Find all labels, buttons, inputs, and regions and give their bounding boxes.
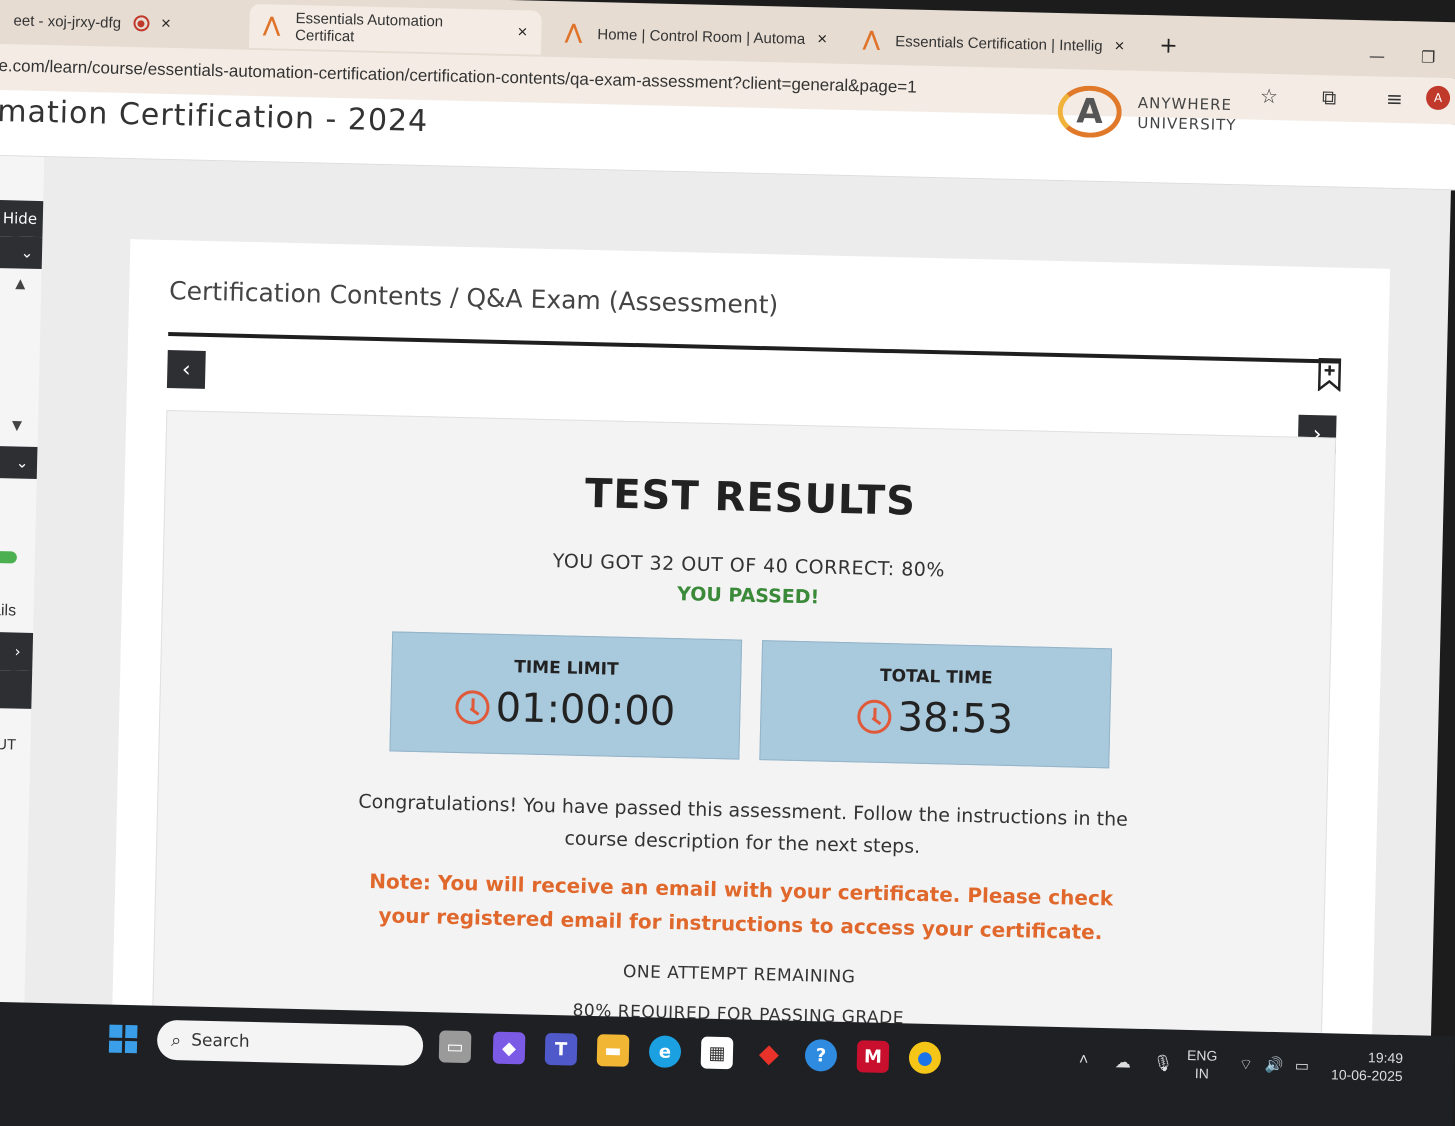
sidebar: Hide ⌄ ▲ ▼ ⌄ tails › OUT	[0, 155, 45, 1057]
chrome-icon[interactable]: ●	[908, 1041, 942, 1075]
file-explorer-icon[interactable]: ▬	[596, 1034, 630, 1067]
screen: eet - xoj-jrxy-dfg × ⋀ Essentials Automa…	[0, 0, 1455, 1126]
sidebar-expand-button[interactable]: ⌄	[0, 445, 38, 479]
task-view-icon[interactable]: ▭	[438, 1030, 472, 1064]
app-diamond-icon[interactable]: ◆	[753, 1038, 786, 1071]
attempts-remaining: ONE ATTEMPT REMAINING	[622, 961, 856, 988]
automation-anywhere-logo-icon: ⋀	[263, 14, 281, 37]
time-limit-box: TIME LIMIT 01:00:00	[389, 631, 743, 760]
taskbar-search[interactable]: ⌕ Search	[156, 1019, 424, 1066]
total-time-label: TOTAL TIME	[879, 665, 993, 689]
congratulations-text: Congratulations! You have passed this as…	[358, 790, 1129, 858]
time-limit-label: TIME LIMIT	[513, 657, 619, 680]
teams-icon[interactable]: T	[544, 1032, 578, 1066]
clock-icon	[455, 689, 491, 725]
tab-control-room[interactable]: ⋀ Home | Control Room | Automa ×	[551, 11, 842, 62]
breadcrumb-divider	[168, 332, 1340, 364]
sidebar-dark-block	[0, 669, 33, 709]
close-icon[interactable]: ×	[817, 29, 827, 49]
new-tab-button[interactable]: +	[1159, 33, 1178, 58]
microphone-icon[interactable]: 🎙	[1153, 1053, 1174, 1073]
tab-title: Essentials Certification | Intellig	[895, 32, 1103, 55]
details-button[interactable]: ›	[0, 631, 34, 671]
chevron-up-icon[interactable]: ˄	[1079, 1051, 1089, 1069]
automation-anywhere-logo-icon: ⋀	[863, 28, 880, 51]
tab-essentials-automation[interactable]: ⋀ Essentials Automation Certificat ×	[248, 3, 542, 55]
clock-date[interactable]: 19:49 10-06-2025	[1328, 1047, 1403, 1085]
copilot-icon[interactable]: ◆	[492, 1031, 526, 1065]
close-icon[interactable]: ×	[517, 22, 527, 42]
close-icon[interactable]: ×	[161, 14, 171, 34]
volume-icon[interactable]: 🔊	[1265, 1056, 1284, 1074]
chevron-left-icon: ‹	[181, 356, 192, 383]
main-panel: Certification Contents / Q&A Exam (Asses…	[109, 239, 1391, 1126]
browser-window: eet - xoj-jrxy-dfg × ⋀ Essentials Automa…	[0, 0, 1455, 1126]
brand-line-1: ANYWHERE	[1137, 93, 1233, 115]
brand-line-2: UNIVERSITY	[1137, 113, 1237, 135]
hide-label: Hide	[2, 209, 38, 228]
bookmark-add-icon[interactable]	[1317, 357, 1342, 392]
chevron-down-icon: ⌄	[15, 453, 29, 472]
total-time-display: 38:53	[761, 691, 1110, 745]
total-time-value: 38:53	[897, 694, 1014, 744]
brand-text: ANYWHERE UNIVERSITY	[1137, 93, 1237, 135]
time-limit-display: 01:00:00	[391, 682, 740, 736]
battery-icon[interactable]: ▭	[1295, 1057, 1310, 1075]
mcafee-icon[interactable]: M	[856, 1040, 890, 1073]
wifi-icon[interactable]: ⌔	[1239, 1055, 1254, 1074]
results-title: TEST RESULTS	[584, 470, 917, 525]
certificate-note: Note: You will receive an email with you…	[369, 868, 1114, 945]
start-button[interactable]	[108, 1024, 138, 1054]
search-placeholder: Search	[191, 1030, 250, 1052]
breadcrumb: Certification Contents / Q&A Exam (Asses…	[168, 276, 779, 320]
logout-link[interactable]: OUT	[0, 736, 16, 754]
anywhere-university-logo-icon: A	[1057, 84, 1123, 139]
site-title: mation Certification - 2024	[0, 93, 429, 140]
search-icon: ⌕	[170, 1029, 182, 1051]
clock-icon	[857, 699, 893, 735]
scroll-down-icon[interactable]: ▼	[12, 418, 22, 433]
previous-page-button[interactable]: ‹	[166, 350, 206, 389]
extensions-icon[interactable]: ⧉	[1322, 85, 1337, 109]
edge-icon[interactable]: e	[648, 1035, 682, 1069]
tab-essentials-certification[interactable]: ⋀ Essentials Certification | Intellig ×	[849, 18, 1140, 69]
minimize-icon[interactable]: —	[1369, 46, 1385, 65]
sidebar-collapse-button[interactable]: ⌄	[0, 235, 43, 270]
progress-bar	[0, 550, 18, 564]
help-icon[interactable]: ?	[804, 1038, 838, 1072]
url-field[interactable]: e.com/learn/course/essentials-automation…	[0, 56, 917, 98]
tab-title: Home | Control Room | Automa	[597, 25, 806, 48]
close-icon[interactable]: ×	[1114, 36, 1124, 56]
sidebar-hide-button[interactable]: Hide	[0, 199, 44, 238]
tab-meet[interactable]: eet - xoj-jrxy-dfg ×	[0, 0, 250, 48]
details-label: tails	[0, 601, 17, 620]
scroll-up-icon[interactable]: ▲	[15, 276, 25, 291]
brand-logo[interactable]: A ANYWHERE UNIVERSITY	[1057, 84, 1237, 141]
star-icon[interactable]: ☆	[1260, 84, 1278, 108]
lang-line-2: IN	[1194, 1065, 1210, 1082]
language-indicator[interactable]: ENG IN	[1186, 1046, 1218, 1083]
chevron-right-icon: ›	[14, 642, 21, 661]
store-icon[interactable]: ▦	[700, 1036, 734, 1070]
reading-list-icon[interactable]: ≡	[1386, 87, 1403, 111]
clock-date-text: 10-06-2025	[1330, 1066, 1403, 1085]
onedrive-icon[interactable]: ☁	[1115, 1052, 1131, 1072]
restore-icon[interactable]: ❐	[1421, 47, 1436, 66]
total-time-box: TOTAL TIME 38:53	[759, 640, 1113, 769]
recording-icon	[132, 15, 150, 32]
chevron-down-icon: ⌄	[20, 243, 34, 262]
time-limit-value: 01:00:00	[495, 684, 676, 736]
clock-time: 19:49	[1367, 1049, 1404, 1067]
lang-line-1: ENG	[1186, 1046, 1218, 1064]
tab-title: Essentials Automation Certificat	[294, 9, 444, 46]
tab-title: eet - xoj-jrxy-dfg	[13, 11, 122, 32]
automation-anywhere-logo-icon: ⋀	[565, 21, 583, 44]
